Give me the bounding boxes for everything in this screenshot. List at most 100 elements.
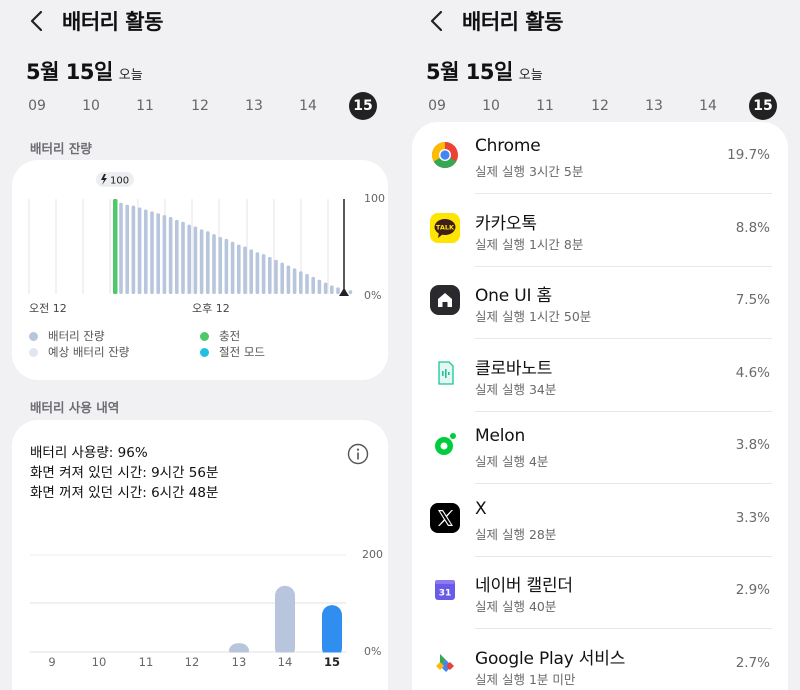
day-tab[interactable]: 14 <box>694 92 722 120</box>
app-usage-percent: 7.5% <box>735 292 770 308</box>
app-row-x[interactable]: X 실제 실행 28분 3.3% <box>412 485 788 557</box>
battery-level-bar <box>230 241 235 294</box>
battery-remaining-section-title: 배터리 잔량 <box>30 141 92 156</box>
app-usage-percent: 3.3% <box>735 509 770 526</box>
chart-bars <box>113 199 353 294</box>
battery-level-bar <box>249 249 253 294</box>
battery-level-bar <box>299 271 303 294</box>
battery-activity-panel: 배터리 활동 5월 15일 오늘 09 10 11 12 13 14 15 배터… <box>0 0 400 690</box>
day-tab[interactable]: 13 <box>240 92 268 120</box>
app-row-naver-calendar[interactable]: 31 네이버 캘린더 실제 실행 40분 2.9% <box>412 557 788 629</box>
calendar-icon: 31 <box>435 580 455 600</box>
day-selector: 09 10 11 12 13 14 15 <box>12 92 388 120</box>
app-name: 네이버 캘린더 <box>475 576 573 596</box>
day-tab[interactable]: 11 <box>131 92 159 120</box>
back-arrow-icon[interactable] <box>28 9 46 33</box>
divider <box>475 628 772 629</box>
usage-day-label: 9 <box>48 655 55 669</box>
app-row-chrome[interactable]: Chrome 실제 실행 3시간 5분 19.7% <box>412 122 788 194</box>
usage-y-bottom-label: 0% <box>364 645 381 658</box>
app-name: 클로바노트 <box>475 358 553 379</box>
battery-level-bar <box>162 215 167 294</box>
x-axis-label-mid: 오후 12 <box>192 302 230 315</box>
battery-level-bar <box>156 213 160 294</box>
app-usage-percent: 3.8% <box>735 437 770 453</box>
page-title: 배터리 활동 <box>62 10 163 34</box>
battery-level-bar <box>150 211 154 294</box>
battery-level-bar <box>323 282 328 294</box>
battery-level-bar <box>181 221 185 294</box>
app-row-melon[interactable]: Melon 실제 실행 4분 3.8% <box>412 412 788 484</box>
legend-estimated: 예상 배터리 잔량 <box>29 344 129 360</box>
battery-usage-chart[interactable]: 9 10 11 12 13 14 15 200 0% <box>0 545 400 675</box>
usage-bar <box>322 605 342 658</box>
app-row-clova-note[interactable]: 클로바노트 실제 실행 34분 4.6% <box>412 340 788 412</box>
back-arrow-icon[interactable] <box>428 9 446 33</box>
app-usage-percent: 19.7% <box>727 147 770 163</box>
app-run-time: 실제 실행 1시간 50분 <box>475 309 592 324</box>
app-usage-percent: 2.9% <box>735 582 770 598</box>
date-label: 5월 15일 <box>426 60 513 84</box>
day-tab-selected[interactable]: 15 <box>349 92 377 120</box>
svg-text:31: 31 <box>439 589 452 599</box>
app-run-time: 실제 실행 40분 <box>475 599 557 614</box>
app-row-kakaotalk[interactable]: TALK 카카오톡 실제 실행 1시간 8분 8.8% <box>412 195 788 267</box>
battery-level-bar <box>261 254 266 294</box>
legend-dot <box>29 331 38 341</box>
battery-level-bar <box>330 285 334 294</box>
app-name: One UI 홈 <box>475 286 552 306</box>
y-axis-bottom-label: 0% <box>364 289 381 302</box>
info-icon[interactable] <box>347 443 369 465</box>
battery-level-bar <box>218 237 222 294</box>
battery-level-bar <box>175 219 179 294</box>
day-tab[interactable]: 13 <box>640 92 668 120</box>
app-bar: 배터리 활동 <box>428 6 563 36</box>
app-run-time: 실제 실행 28분 <box>475 526 557 542</box>
usage-y-top-label: 200 <box>362 548 383 561</box>
today-label: 오늘 <box>518 68 543 83</box>
app-row-google-play-services[interactable]: Google Play 서비스 실제 실행 1분 미만 2.7% <box>412 630 788 690</box>
day-tab[interactable]: 14 <box>294 92 322 120</box>
battery-level-bar <box>255 252 260 294</box>
app-usage-list: Chrome 실제 실행 3시간 5분 19.7% TALK 카카오톡 실제 실… <box>412 122 788 690</box>
battery-level-bar <box>292 268 297 294</box>
google-play-services-icon <box>436 654 454 672</box>
battery-level-bar <box>311 276 315 294</box>
legend-dot <box>200 331 209 341</box>
screen-off-time: 화면 꺼져 있던 시간: 6시간 48분 <box>30 485 219 501</box>
app-name: Chrome <box>475 136 541 156</box>
usage-bars <box>30 585 346 660</box>
legend-dot <box>29 347 38 357</box>
battery-level-bar <box>243 246 247 294</box>
battery-level-bar <box>125 204 129 294</box>
battery-activity-app-list-panel: 배터리 활동 5월 15일 오늘 09 10 11 12 13 14 15 Ch… <box>400 0 800 690</box>
day-tab-selected[interactable]: 15 <box>749 92 777 120</box>
day-tab[interactable]: 09 <box>23 92 51 120</box>
charge-badge: 100 <box>96 172 134 187</box>
day-tab[interactable]: 12 <box>186 92 214 120</box>
day-tab[interactable]: 10 <box>477 92 505 120</box>
day-tab[interactable]: 12 <box>586 92 614 120</box>
battery-level-bar <box>348 290 353 294</box>
app-name: Melon <box>475 426 526 446</box>
usage-bar <box>275 585 295 658</box>
app-usage-percent: 4.6% <box>735 364 770 381</box>
melon-icon <box>430 430 460 460</box>
day-tab[interactable]: 11 <box>531 92 559 120</box>
battery-level-bar <box>137 207 142 294</box>
app-run-time: 실제 실행 4분 <box>475 454 549 469</box>
battery-level-bar <box>237 244 241 294</box>
battery-level-bar <box>280 262 284 294</box>
usage-day-label: 11 <box>139 655 154 669</box>
day-tab[interactable]: 10 <box>77 92 105 120</box>
app-row-one-ui-home[interactable]: One UI 홈 실제 실행 1시간 50분 7.5% <box>412 267 788 339</box>
app-run-time: 실제 실행 34분 <box>475 381 557 397</box>
usage-day-label: 14 <box>278 655 293 669</box>
day-selector: 09 10 11 12 13 14 15 <box>412 92 788 120</box>
legend-power-saving: 절전 모드 <box>200 344 265 360</box>
battery-usage-total: 배터리 사용량: 96% <box>30 445 148 461</box>
battery-level-bar <box>119 202 123 294</box>
day-tab[interactable]: 09 <box>423 92 451 120</box>
app-name: X <box>475 498 487 519</box>
page-title: 배터리 활동 <box>462 10 563 34</box>
